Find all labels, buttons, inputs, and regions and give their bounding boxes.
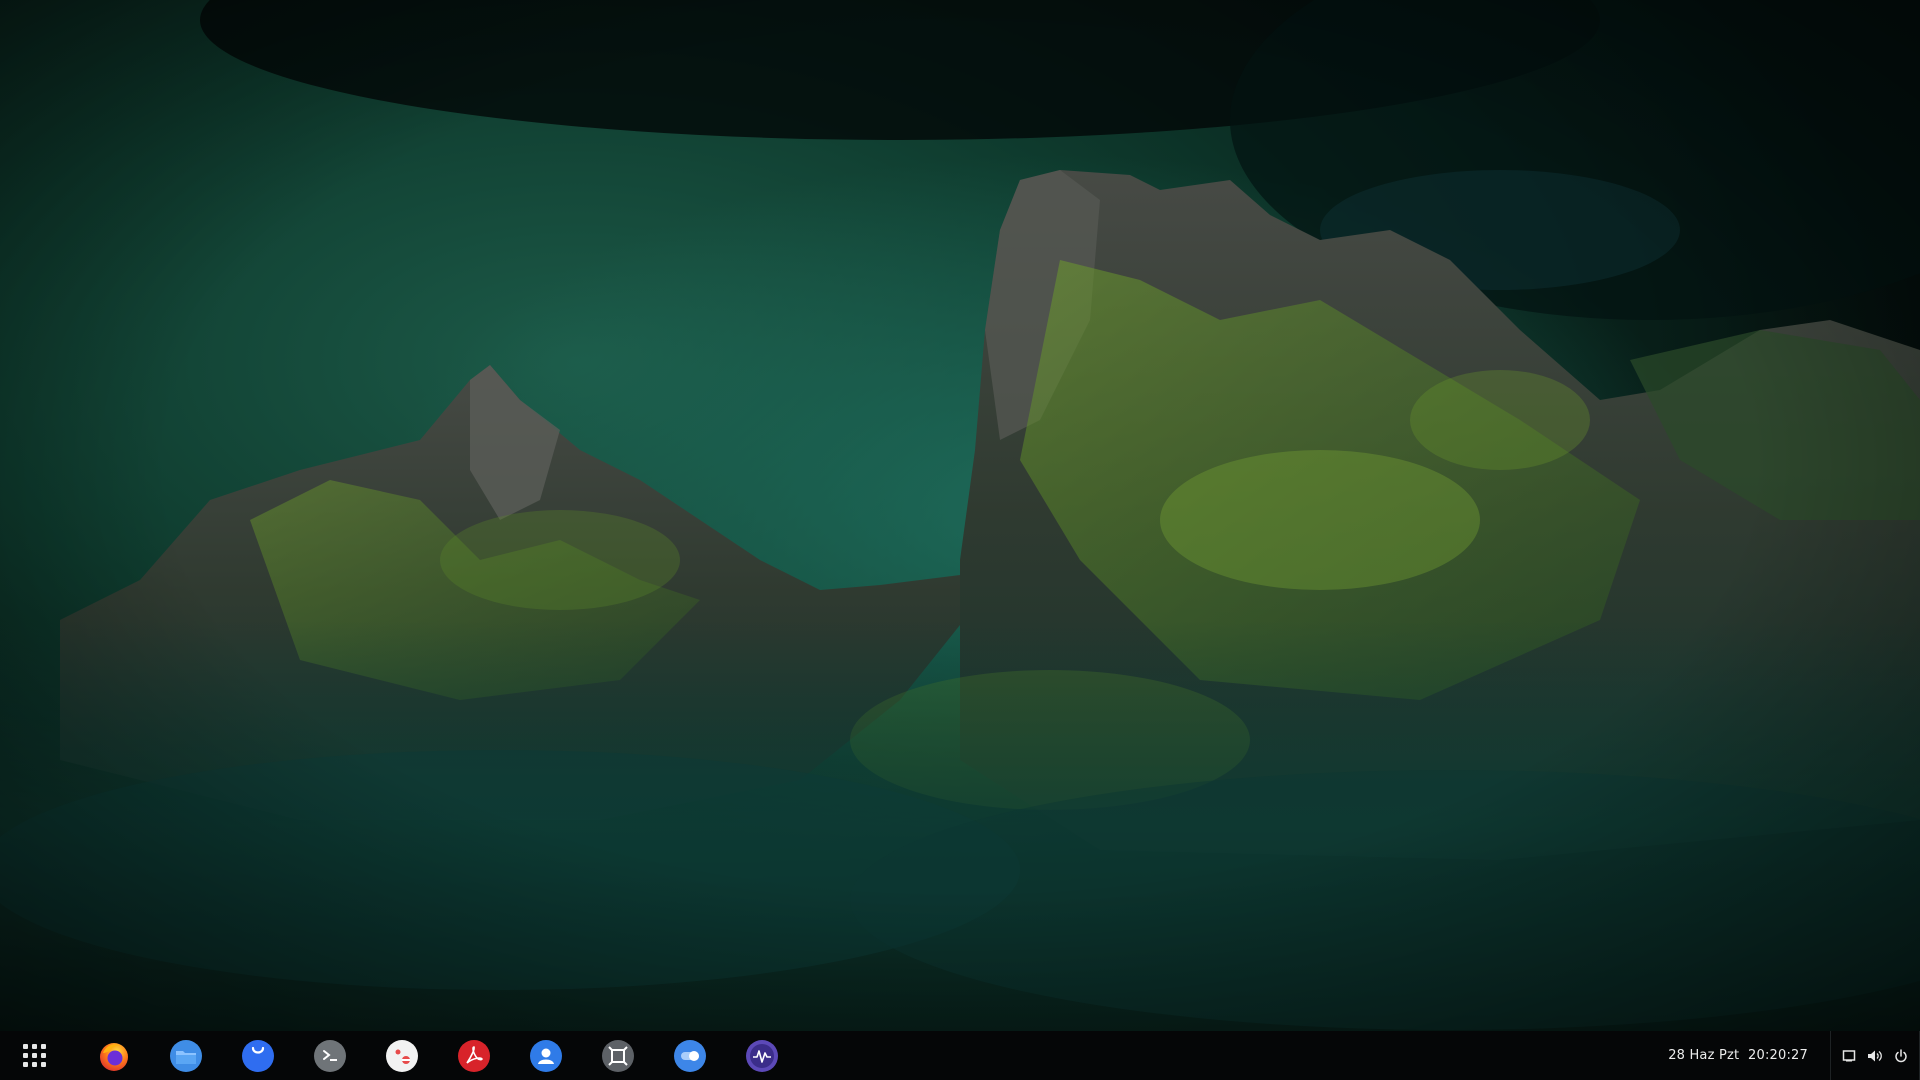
dock-app-users[interactable]	[510, 1034, 582, 1078]
settings-toggle-icon	[386, 1039, 418, 1072]
clock-time: 20:20:27	[1748, 1048, 1808, 1063]
users-icon	[530, 1039, 562, 1072]
dock-app-screenshot[interactable]	[582, 1034, 654, 1078]
desktop: 28 Haz Pzt 20:20:27	[0, 0, 1920, 1080]
app-launcher-button[interactable]	[14, 1036, 54, 1076]
store-bag-icon	[242, 1039, 274, 1072]
dock-apps	[78, 1034, 798, 1078]
clock-date: 28 Haz Pzt	[1668, 1048, 1740, 1063]
app-grid-icon	[22, 1044, 46, 1067]
system-tray: 28 Haz Pzt 20:20:27	[1668, 1031, 1920, 1080]
dock-app-files[interactable]	[150, 1034, 222, 1078]
dock-app-software-store[interactable]	[222, 1034, 294, 1078]
toggle-switch-icon	[674, 1039, 706, 1072]
dock-app-terminal[interactable]	[294, 1034, 366, 1078]
files-folder-icon	[170, 1039, 202, 1072]
clock-spacer	[1739, 1048, 1748, 1063]
desktop-wallpaper	[0, 0, 1920, 1031]
system-monitor-icon	[746, 1039, 778, 1072]
pdf-icon	[458, 1039, 490, 1072]
dock-app-settings[interactable]	[366, 1034, 438, 1078]
dock-app-toggle[interactable]	[654, 1034, 726, 1078]
taskbar: 28 Haz Pzt 20:20:27	[0, 1031, 1920, 1080]
dock-app-firefox[interactable]	[78, 1034, 150, 1078]
tray-icons	[1831, 1048, 1919, 1064]
power-button[interactable]	[1893, 1048, 1909, 1064]
terminal-icon	[314, 1039, 346, 1072]
dock-app-pdf-viewer[interactable]	[438, 1034, 510, 1078]
power-icon	[1895, 1048, 1907, 1062]
firefox-icon	[100, 1042, 128, 1071]
dock-app-system-monitor[interactable]	[726, 1034, 798, 1078]
show-desktop-icon	[1842, 1049, 1856, 1061]
screenshot-icon	[602, 1039, 634, 1072]
volume-button[interactable]	[1867, 1048, 1883, 1064]
clock[interactable]: 28 Haz Pzt 20:20:27	[1668, 1048, 1808, 1063]
show-desktop-button[interactable]	[1841, 1048, 1857, 1064]
volume-icon	[1868, 1050, 1882, 1061]
